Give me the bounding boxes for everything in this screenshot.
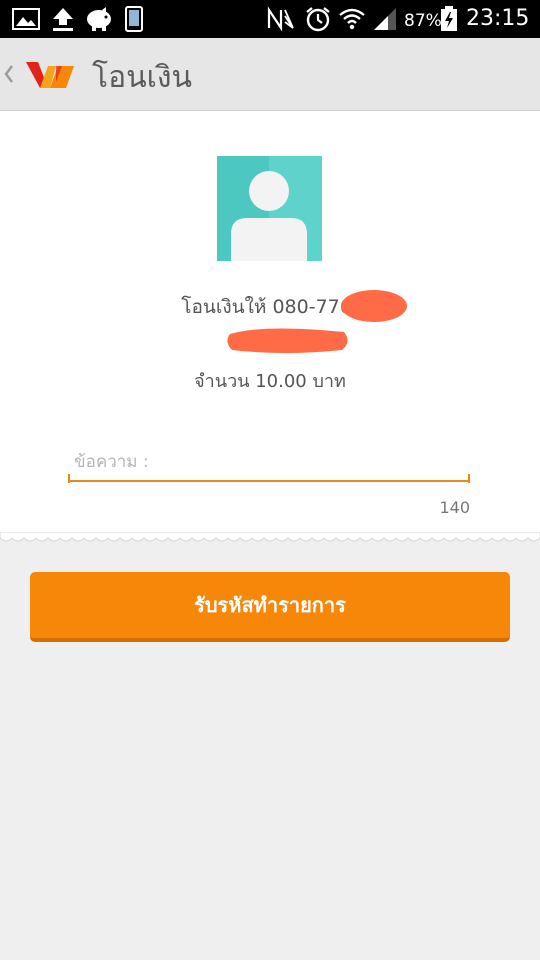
piggy-bank-icon [87,7,111,31]
message-input[interactable] [68,448,470,482]
clock: 23:15 [466,6,530,31]
amount-text: จำนวน 10.00 บาท [194,371,346,392]
image-icon [12,8,40,30]
battery-percent: 87% [404,11,442,31]
app-bar: โอนเงิน [0,38,540,111]
character-counter: 140 [439,498,470,517]
wallet-logo-icon[interactable] [26,58,76,92]
alarm-icon [306,7,330,32]
recipient-label: โอนเงินให้ 080-776- [181,296,359,318]
battery-charging-icon [441,6,457,31]
page-title: โอนเงิน [92,60,193,95]
wifi-icon [339,8,365,30]
input-tick-left [68,474,70,483]
upload-icon [53,8,73,31]
phone-icon [125,6,143,32]
input-tick-right [468,474,470,483]
chevron-left-icon[interactable] [2,60,16,88]
recipient-row: โอนเงินให้ 080-776- [0,292,540,322]
redaction-mark [341,290,407,322]
card-wave-edge [0,532,540,542]
get-transaction-code-button[interactable]: รับรหัสทำรายการ [30,572,510,642]
status-bar: 87% 23:15 [0,0,540,38]
redaction-mark [227,328,348,353]
signal-icon [374,8,396,30]
nfc-icon [267,6,294,32]
avatar-icon [217,156,322,261]
